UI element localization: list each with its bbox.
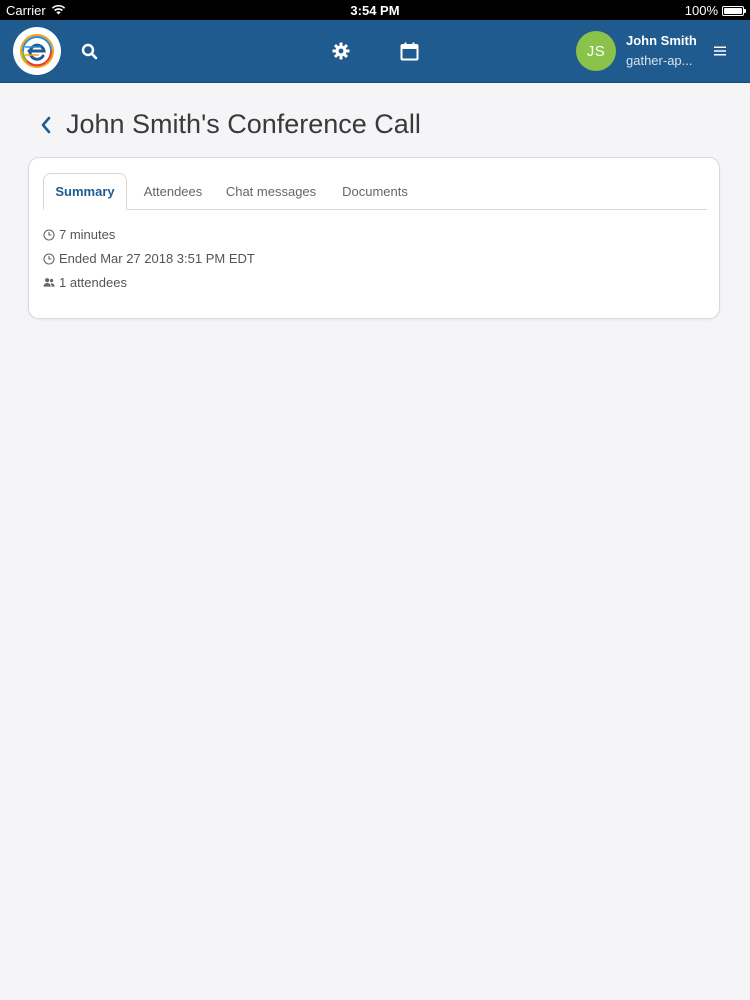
ended-text: Ended Mar 27 2018 3:51 PM EDT <box>59 251 255 266</box>
menu-icon[interactable] <box>708 39 732 63</box>
battery-icon <box>722 5 746 16</box>
tab-bar: Summary Attendees Chat messages Document… <box>43 173 707 210</box>
users-icon <box>43 277 55 289</box>
clock-icon <box>43 228 55 241</box>
tab-attendees[interactable]: Attendees <box>131 173 215 209</box>
battery-label: 100% <box>684 3 718 18</box>
attendees-text: 1 attendees <box>59 275 127 290</box>
ended-row: Ended Mar 27 2018 3:51 PM EDT <box>43 251 255 266</box>
back-button[interactable] <box>36 114 56 140</box>
page-title: John Smith's Conference Call <box>66 109 421 139</box>
battery-indicator: 100% <box>684 3 746 18</box>
call-summary-card: Summary Attendees Chat messages Document… <box>28 157 720 319</box>
user-organization[interactable]: gather-ap... <box>626 53 698 68</box>
gear-icon[interactable] <box>329 39 353 63</box>
search-icon[interactable] <box>77 39 101 63</box>
attendees-row: 1 attendees <box>43 275 127 290</box>
tab-summary[interactable]: Summary <box>43 173 127 210</box>
status-time: 3:54 PM <box>350 3 400 18</box>
avatar[interactable]: JS <box>576 31 616 71</box>
app-header: JS John Smith gather-ap... <box>0 20 750 83</box>
clock-icon <box>43 252 55 265</box>
chevron-left-icon <box>40 116 52 139</box>
avatar-initials: JS <box>586 42 606 60</box>
user-name[interactable]: John Smith <box>626 33 697 48</box>
duration-text: 7 minutes <box>59 227 116 242</box>
logo-icon[interactable] <box>13 27 61 75</box>
status-bar: Carrier 3:54 PM 100% <box>0 0 750 20</box>
duration-row: 7 minutes <box>43 227 115 242</box>
tab-documents[interactable]: Documents <box>327 173 423 209</box>
calendar-icon[interactable] <box>397 39 421 63</box>
tab-chat-messages[interactable]: Chat messages <box>219 173 323 209</box>
